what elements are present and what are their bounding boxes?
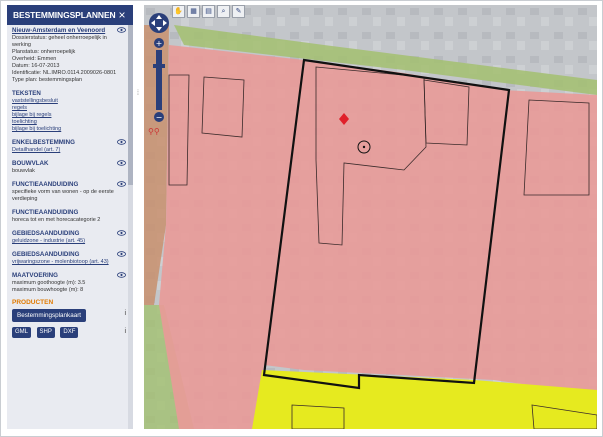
legend-section: ENKELBESTEMMING Detailhandel (art. 7) xyxy=(12,139,126,154)
eye-icon[interactable] xyxy=(117,272,126,278)
legend-section: BOUWVLAK bouwvlak xyxy=(12,160,126,175)
legend-section-title: FUNCTIEAANDUIDING xyxy=(12,181,79,188)
bestemmingsplankaart-button[interactable]: Bestemmingsplankaart xyxy=(12,309,87,322)
select-tool-icon[interactable]: ⚲⚲ xyxy=(148,127,168,137)
map-graphic xyxy=(144,5,597,429)
teksten-title: TEKSTEN xyxy=(12,90,41,97)
sidebar-content: Nieuw-Amsterdam en Veenoord Dossierstatu… xyxy=(12,25,126,344)
zoom-in-button[interactable] xyxy=(153,38,165,50)
shp-button[interactable]: SHP xyxy=(36,327,55,338)
legend-section: GEBIEDSAANDUIDING geluidzone - industrie … xyxy=(12,230,126,245)
map-toolbar: ✋ ▦ ▤ ⌕ ✎ xyxy=(172,5,245,19)
legend-text: specifieke vorm van wonen - op de eerste… xyxy=(12,189,114,202)
legend-section: FUNCTIEAANDUIDING specifieke vorm van won… xyxy=(12,181,126,203)
legend-text: bouwvlak xyxy=(12,168,35,174)
eye-icon[interactable] xyxy=(117,27,126,33)
eye-icon[interactable] xyxy=(117,251,126,257)
zoom-icon[interactable]: ⌕ xyxy=(217,5,230,18)
legend-section: FUNCTIEAANDUIDING horeca tot en met horec… xyxy=(12,209,126,224)
dxf-button[interactable]: DXF xyxy=(60,327,79,338)
legend-section-title: GEBIEDSAANDUIDING xyxy=(12,230,80,237)
sidebar-title: BESTEMMINGSPLANNEN xyxy=(7,5,133,25)
legend-text: maximum goothoogte (m): 3.5 maximum bouw… xyxy=(12,280,86,293)
sidebar-scrollbar[interactable] xyxy=(128,25,133,429)
legend-link[interactable]: vrijwaringszone - molenbiotoop (art. 43) xyxy=(12,259,126,266)
plan-detail: Type plan: bestemmingsplan xyxy=(12,77,83,83)
eye-icon[interactable] xyxy=(117,139,126,145)
zoom-slider[interactable] xyxy=(154,50,164,110)
plan-detail: Datum: 16-07-2013 xyxy=(12,63,60,69)
legend-section-title: ENKELBESTEMMING xyxy=(12,139,75,146)
legend-section-title: GEBIEDSAANDUIDING xyxy=(12,251,80,258)
text-link[interactable]: bijlage bij toelichting xyxy=(12,126,126,133)
ruler-icon[interactable]: ▤ xyxy=(202,5,215,18)
eye-icon[interactable] xyxy=(117,160,126,166)
close-button[interactable]: × xyxy=(116,5,128,25)
info-icon[interactable]: i xyxy=(124,310,126,317)
text-link[interactable]: vaststellingsbesluit xyxy=(12,98,126,105)
info-icon[interactable]: i xyxy=(124,328,126,335)
plan-detail: Identificatie: NL.IMRO.0114.2009026-0801 xyxy=(12,70,117,76)
text-link[interactable]: toelichting xyxy=(12,119,126,126)
measure-icon[interactable]: ▦ xyxy=(187,5,200,18)
legend-link[interactable]: geluidzone - industrie (art. 45) xyxy=(12,238,126,245)
plan-detail: werking xyxy=(12,42,31,48)
legend-section-title: MAATVOERING xyxy=(12,272,58,279)
legend-section-title: FUNCTIEAANDUIDING xyxy=(12,209,79,216)
plan-name-link[interactable]: Nieuw-Amsterdam en Veenoord xyxy=(12,27,126,35)
legend-section-title: BOUWVLAK xyxy=(12,160,49,167)
plan-detail: Planstatus: onherroepelijk xyxy=(12,49,76,55)
pin-icon[interactable]: ✎ xyxy=(232,5,245,18)
plan-detail: Overheid: Emmen xyxy=(12,56,57,62)
text-link[interactable]: regels xyxy=(12,105,126,112)
gml-button[interactable]: GML xyxy=(12,327,32,338)
producten-title: PRODUCTEN xyxy=(12,299,54,306)
eye-icon[interactable] xyxy=(117,230,126,236)
sidebar-panel: BESTEMMINGSPLANNEN × Nieuw-Amsterdam en … xyxy=(7,5,133,429)
panel-resize-grip[interactable]: ⁞ xyxy=(137,90,141,100)
scrollbar-thumb[interactable] xyxy=(128,25,133,185)
legend-text: horeca tot en met horecacategorie 2 xyxy=(12,217,101,223)
legend-section: MAATVOERING maximum goothoogte (m): 3.5 m… xyxy=(12,272,126,294)
zoom-out-button[interactable] xyxy=(153,111,165,123)
eye-icon[interactable] xyxy=(117,181,126,187)
plan-detail: Dossierstatus: geheel onherroepelijk in xyxy=(12,35,107,41)
map-canvas[interactable]: + − ⚲⚲ ✋ ▦ ▤ ⌕ ✎ xyxy=(144,5,597,429)
hand-icon[interactable]: ✋ xyxy=(172,5,185,18)
legend-section: GEBIEDSAANDUIDING vrijwaringszone - molen… xyxy=(12,251,126,266)
legend-link[interactable]: Detailhandel (art. 7) xyxy=(12,147,126,154)
text-link[interactable]: bijlage bij regels xyxy=(12,112,126,119)
